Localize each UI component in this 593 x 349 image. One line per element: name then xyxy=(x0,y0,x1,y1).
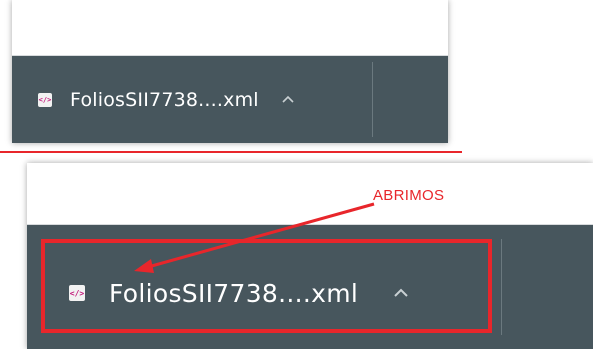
downloads-bar-divider-zoomed xyxy=(501,239,502,335)
highlight-box xyxy=(41,239,492,333)
downloads-bar-divider xyxy=(372,62,373,137)
separator-line xyxy=(0,151,462,153)
page-content-strip xyxy=(12,0,448,55)
download-item[interactable]: </> FoliosSII7738....xml xyxy=(38,82,295,118)
download-file-name: FoliosSII7738....xml xyxy=(70,89,259,111)
annotation-label: ABRIMOS xyxy=(373,187,445,204)
xml-file-icon: </> xyxy=(38,93,52,107)
chevron-up-icon[interactable] xyxy=(281,93,295,107)
downloads-panel-top: </> FoliosSII7738....xml xyxy=(12,0,448,143)
downloads-bar: </> FoliosSII7738....xml xyxy=(12,55,448,143)
